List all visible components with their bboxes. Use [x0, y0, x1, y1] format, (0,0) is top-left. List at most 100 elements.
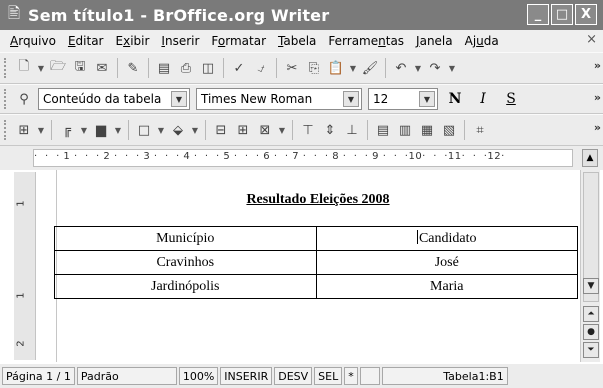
menu-inserir[interactable]: Inserir	[155, 34, 205, 48]
table-cell[interactable]: Município	[54, 226, 317, 251]
dropdown-arrow-icon[interactable]: ▼	[36, 58, 46, 78]
open-folder-icon[interactable]: 🗁	[48, 58, 68, 78]
format-paintbrush-icon[interactable]: 🖌	[360, 58, 380, 78]
scroll-down-icon[interactable]: ▼	[583, 278, 599, 294]
new-document-icon[interactable]: 🗋	[14, 58, 34, 78]
separator	[51, 120, 52, 140]
document-heading[interactable]: Resultado Eleições 2008	[56, 192, 580, 218]
spellcheck-icon[interactable]: ✓	[229, 58, 249, 78]
insert-table-icon[interactable]: ⊞	[14, 120, 34, 140]
menu-formatar[interactable]: Formatar	[205, 34, 272, 48]
insert-column-icon[interactable]: ▥	[395, 120, 415, 140]
writer-app-icon[interactable]: 🖹	[4, 3, 24, 28]
table-select-icon[interactable]: ⌗	[470, 120, 490, 140]
split-cells-icon[interactable]: ⊞	[233, 120, 253, 140]
dropdown-arrow-icon[interactable]: ▼	[413, 58, 423, 78]
table-cell[interactable]: Cravinhos	[54, 250, 317, 275]
menu-ferramentas[interactable]: Ferramentas	[322, 34, 410, 48]
chevron-down-icon[interactable]: ▼	[343, 91, 359, 107]
bold-button[interactable]: N	[444, 89, 466, 109]
edit-file-icon[interactable]: ✎	[123, 58, 143, 78]
align-bottom-icon[interactable]: ⊥	[342, 120, 362, 140]
toolbar-overflow-icon[interactable]: »	[594, 91, 601, 104]
dropdown-arrow-icon[interactable]: ▼	[277, 120, 287, 140]
close-button[interactable]: X	[575, 4, 597, 25]
status-page[interactable]: Página 1 / 1	[2, 367, 75, 385]
status-selection-mode[interactable]: DESV	[274, 367, 313, 385]
formatting-toolbar: ⚲ Conteúdo da tabela ▼ Times New Roman ▼…	[0, 84, 603, 114]
table-cell[interactable]: Maria	[315, 274, 578, 299]
horizontal-ruler[interactable]: · · · 1 · · · 2 · · · 3 · · · 4 · · · 5 …	[0, 146, 603, 170]
delete-column-icon[interactable]: ▧	[439, 120, 459, 140]
previous-page-icon[interactable]: ⏶	[583, 306, 599, 322]
autospellcheck-icon[interactable]: ⍻	[251, 58, 271, 78]
dropdown-arrow-icon[interactable]: ▼	[36, 120, 46, 140]
document-close-icon[interactable]: ×	[586, 32, 597, 47]
menu-editar[interactable]: Editar	[62, 34, 110, 48]
chevron-down-icon[interactable]: ▼	[171, 91, 187, 107]
styles-formatting-icon[interactable]: ⚲	[14, 89, 34, 109]
paste-icon[interactable]: 📋	[326, 58, 346, 78]
next-page-icon[interactable]: ⏷	[583, 342, 599, 358]
table-cell-active[interactable]: Candidato	[315, 226, 578, 251]
dropdown-arrow-icon[interactable]: ▼	[113, 120, 123, 140]
dropdown-arrow-icon[interactable]: ▼	[447, 58, 457, 78]
dropdown-arrow-icon[interactable]: ▼	[79, 120, 89, 140]
toolbar-grip[interactable]	[4, 58, 10, 78]
background-color-icon[interactable]: ⬙	[168, 120, 188, 140]
navigator-icon[interactable]: ●	[583, 324, 599, 340]
align-center-icon[interactable]: ⇕	[320, 120, 340, 140]
status-insert-mode[interactable]: INSERIR	[220, 367, 273, 385]
border-color-icon[interactable]: ▆	[91, 120, 111, 140]
line-style-icon[interactable]: ╔	[57, 120, 77, 140]
email-icon[interactable]: ✉	[92, 58, 112, 78]
ruler-strip[interactable]: · · · 1 · · · 2 · · · 3 · · · 4 · · · 5 …	[33, 149, 573, 167]
merge-cells-icon[interactable]: ⊟	[211, 120, 231, 140]
optimize-icon[interactable]: ⊠	[255, 120, 275, 140]
status-sel[interactable]: SEL	[314, 367, 343, 385]
table-cell[interactable]: José	[315, 250, 578, 275]
document-page[interactable]: Resultado Eleições 2008 Município Candid…	[36, 170, 580, 362]
vertical-ruler[interactable]: 1 1 2	[14, 172, 36, 360]
underline-button[interactable]: S	[500, 89, 522, 109]
toolbar-grip[interactable]	[4, 120, 10, 140]
menu-tabela[interactable]: Tabela	[272, 34, 322, 48]
vertical-scrollbar[interactable]: ▼ ⏶ ● ⏷	[580, 170, 600, 362]
print-icon[interactable]: ⎙	[176, 58, 196, 78]
menu-exibir[interactable]: Exibir	[110, 34, 156, 48]
insert-row-icon[interactable]: ▤	[373, 120, 393, 140]
status-zoom[interactable]: 100%	[178, 367, 219, 385]
dropdown-arrow-icon[interactable]: ▼	[348, 58, 358, 78]
maximize-button[interactable]: □	[551, 4, 573, 25]
save-icon[interactable]: 🖫	[70, 58, 90, 78]
status-page-style[interactable]: Padrão	[76, 367, 177, 385]
toolbar-overflow-icon[interactable]: »	[594, 121, 601, 134]
minimize-button[interactable]: _	[527, 4, 549, 25]
toolbar-overflow-icon[interactable]: »	[594, 59, 601, 72]
borders-icon[interactable]: □	[134, 120, 154, 140]
table-cell[interactable]: Jardinópolis	[54, 274, 317, 299]
menu-janela[interactable]: Janela	[410, 34, 459, 48]
toolbar-grip[interactable]	[4, 89, 10, 109]
scroll-up-top-icon[interactable]: ▲	[582, 149, 598, 167]
dropdown-arrow-icon[interactable]: ▼	[156, 120, 166, 140]
status-modified[interactable]: *	[344, 367, 358, 385]
print-preview-icon[interactable]: ◫	[198, 58, 218, 78]
undo-icon[interactable]: ↶	[391, 58, 411, 78]
redo-icon[interactable]: ↷	[425, 58, 445, 78]
dropdown-arrow-icon[interactable]: ▼	[190, 120, 200, 140]
copy-icon[interactable]: ⎘	[304, 58, 324, 78]
align-top-icon[interactable]: ⊤	[298, 120, 318, 140]
delete-row-icon[interactable]: ▦	[417, 120, 437, 140]
font-name-select[interactable]: Times New Roman ▼	[196, 88, 362, 110]
font-size-select[interactable]: 12 ▼	[368, 88, 438, 110]
export-pdf-icon[interactable]: ▤	[154, 58, 174, 78]
italic-button[interactable]: I	[472, 89, 494, 109]
menu-ajuda[interactable]: Ajuda	[459, 34, 505, 48]
chevron-down-icon[interactable]: ▼	[419, 91, 435, 107]
document-table[interactable]: Município Candidato Cravinhos José Jardi…	[54, 226, 578, 299]
status-signature[interactable]	[359, 367, 380, 385]
paragraph-style-select[interactable]: Conteúdo da tabela ▼	[38, 88, 190, 110]
menu-arquivo[interactable]: Arquivo	[4, 34, 62, 48]
cut-icon[interactable]: ✂	[282, 58, 302, 78]
